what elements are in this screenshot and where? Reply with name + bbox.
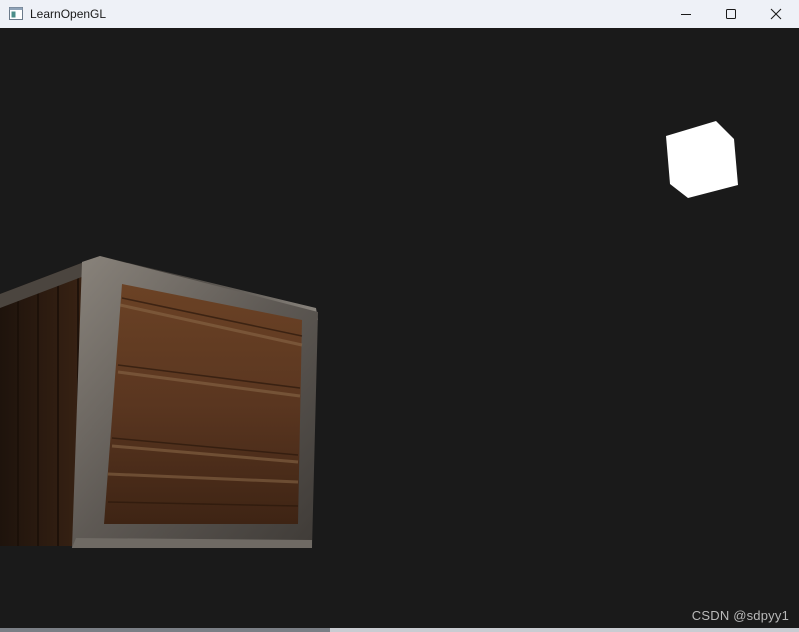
close-icon xyxy=(770,8,782,20)
maximize-button[interactable] xyxy=(708,0,754,28)
app-window: LearnOpenGL CSDN @sdpyy1 xyxy=(0,0,799,632)
app-icon xyxy=(9,7,23,20)
opengl-viewport[interactable] xyxy=(0,28,799,628)
window-title: LearnOpenGL xyxy=(30,7,107,21)
maximize-icon xyxy=(726,9,736,19)
light-cube xyxy=(666,121,738,198)
close-button[interactable] xyxy=(753,0,799,28)
minimize-button[interactable] xyxy=(663,0,709,28)
taskbar-edge xyxy=(0,628,799,632)
watermark-text: CSDN @sdpyy1 xyxy=(691,608,789,623)
wooden-crate xyxy=(0,256,318,548)
scene-canvas xyxy=(0,121,738,548)
title-bar[interactable]: LearnOpenGL xyxy=(0,0,799,28)
minimize-icon xyxy=(681,14,691,15)
taskbar-edge-dark xyxy=(0,628,330,632)
